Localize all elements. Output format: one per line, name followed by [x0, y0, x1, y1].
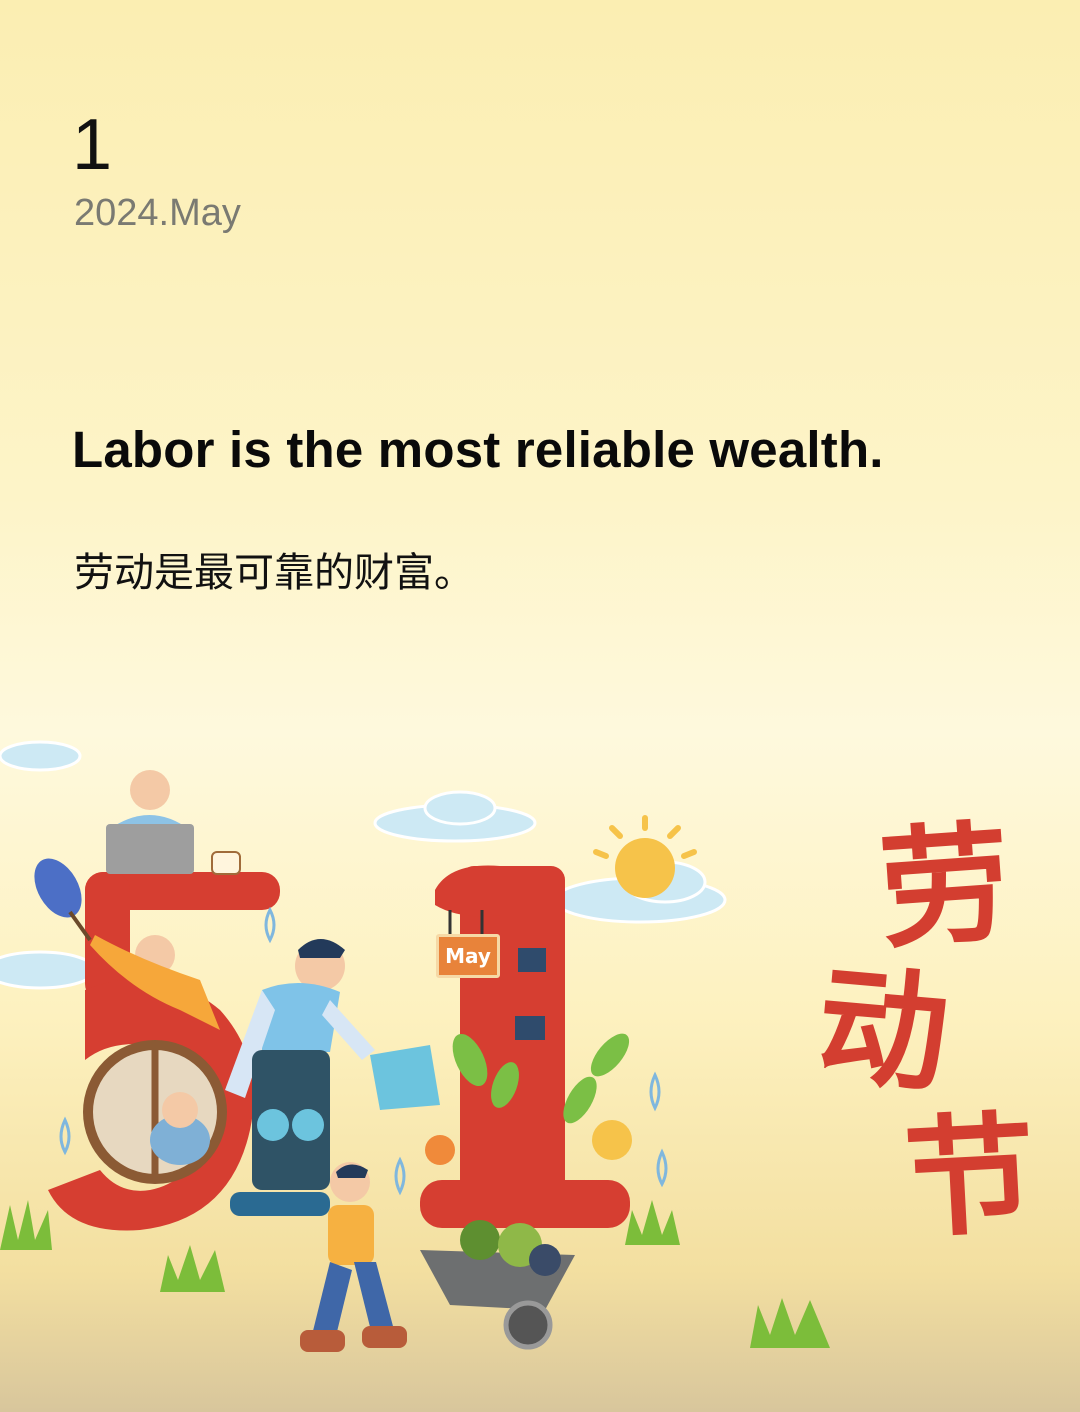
window-icon — [83, 1040, 227, 1184]
quote-chinese: 劳动是最可靠的财富。 — [74, 550, 474, 596]
holiday-char-3: 节 — [901, 1097, 1039, 1257]
quote-english: Labor is the most reliable wealth. — [72, 421, 884, 478]
calendar-card: 1 2024.May Labor is the most reliable we… — [0, 0, 1080, 1412]
may-sign: May — [436, 934, 500, 978]
person-with-laptop — [106, 770, 241, 875]
holiday-char-1: 劳 — [874, 806, 1016, 968]
month-year: 2024.May — [74, 192, 241, 234]
day-number: 1 — [72, 105, 113, 185]
holiday-char-2: 动 — [811, 948, 955, 1112]
